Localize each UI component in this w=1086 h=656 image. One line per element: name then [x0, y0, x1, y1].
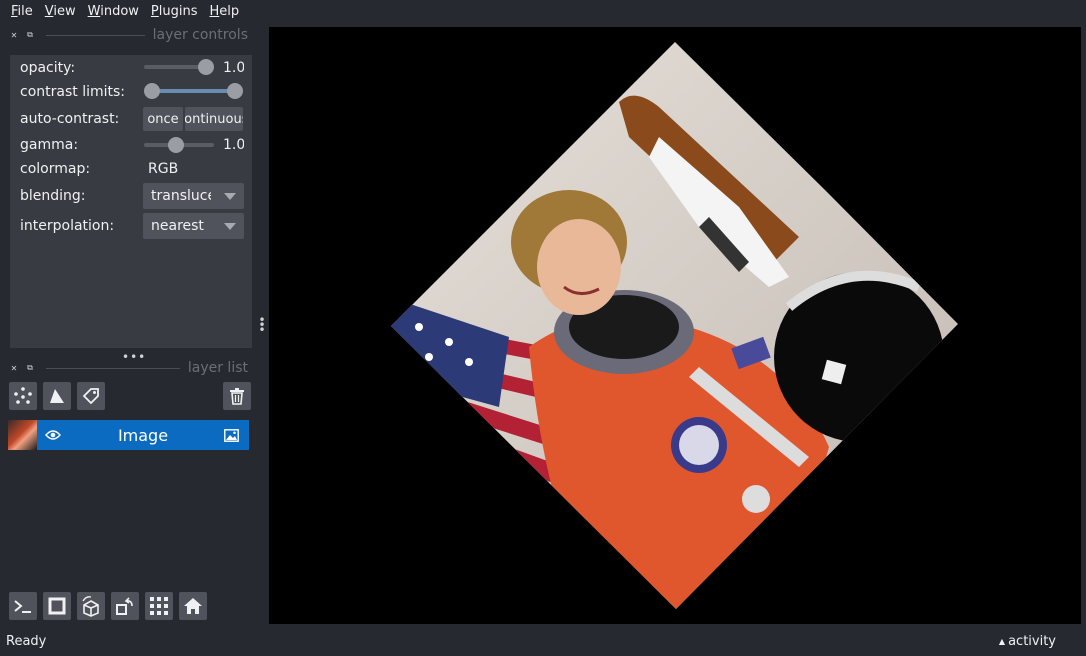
- gamma-slider-handle[interactable]: [168, 137, 184, 153]
- home-icon: [184, 598, 202, 614]
- interpolation-dropdown[interactable]: nearest: [143, 213, 244, 239]
- menu-plugins[interactable]: Plugins: [145, 0, 204, 24]
- layer-thumbnail: [8, 420, 37, 450]
- header-rule: [46, 34, 145, 36]
- layer-name[interactable]: Image: [37, 426, 249, 445]
- chevron-up-icon: ▲: [998, 637, 1006, 646]
- 3d-cube-icon: [82, 596, 99, 617]
- contrast-max-handle[interactable]: [227, 83, 243, 99]
- layer-list-header: ✕ ⧉ layer list: [8, 359, 248, 377]
- status-text: Ready: [6, 634, 47, 649]
- contrast-limits-slider[interactable]: [144, 83, 243, 99]
- labels-icon: [82, 388, 99, 405]
- float-dock-icon[interactable]: ⧉: [24, 29, 36, 41]
- grid-view-button[interactable]: [145, 592, 173, 620]
- gamma-value[interactable]: 1.0: [223, 137, 244, 153]
- square-icon: [48, 597, 66, 615]
- astronaut-photo: [391, 42, 958, 609]
- console-icon: [14, 600, 31, 613]
- close-dock-icon[interactable]: ✕: [8, 362, 20, 374]
- console-button[interactable]: [9, 592, 37, 620]
- new-shapes-layer-button[interactable]: [43, 382, 71, 410]
- layer-list-item[interactable]: Image: [8, 420, 249, 450]
- gamma-slider[interactable]: [144, 137, 214, 153]
- blending-label: blending:: [20, 188, 86, 204]
- face: [537, 219, 621, 315]
- contrast-min-handle[interactable]: [144, 83, 160, 99]
- delete-layer-button[interactable]: [223, 382, 251, 410]
- grid-icon: [150, 597, 168, 615]
- menu-file[interactable]: File: [5, 0, 39, 24]
- opacity-slider-handle[interactable]: [198, 59, 214, 75]
- contrast-limits-label: contrast limits:: [20, 84, 125, 100]
- vertical-splitter-handle[interactable]: • • •: [258, 314, 266, 336]
- chevron-down-icon: [224, 223, 236, 230]
- new-points-layer-button[interactable]: [9, 382, 37, 410]
- trash-icon: [230, 388, 244, 405]
- layer-controls-title: layer controls: [152, 27, 248, 43]
- menu-bar: File View Window Plugins Help: [0, 0, 1086, 24]
- auto-contrast-continuous-button[interactable]: continuous: [185, 107, 243, 131]
- rotate-icon: [116, 597, 133, 615]
- menu-help[interactable]: Help: [204, 0, 246, 24]
- ndisplay-toggle-button[interactable]: [43, 592, 71, 620]
- opacity-slider[interactable]: [144, 59, 214, 75]
- opacity-label: opacity:: [20, 60, 76, 76]
- layer-list-title: layer list: [187, 360, 248, 376]
- colormap-label: colormap:: [20, 161, 91, 177]
- home-button[interactable]: [179, 592, 207, 620]
- layer-controls-panel: opacity: 1.0 contrast limits: auto-contr…: [10, 55, 252, 348]
- menu-window[interactable]: Window: [82, 0, 145, 24]
- chevron-down-icon: [224, 193, 236, 200]
- opacity-value[interactable]: 1.0: [223, 60, 244, 76]
- layer-controls-header: ✕ ⧉ layer controls: [8, 26, 248, 44]
- transpose-button[interactable]: [111, 592, 139, 620]
- close-dock-icon[interactable]: ✕: [8, 29, 20, 41]
- roll-dimensions-button[interactable]: [77, 592, 105, 620]
- shapes-icon: [50, 389, 64, 403]
- gamma-label: gamma:: [20, 137, 79, 153]
- blending-dropdown[interactable]: translucent: [143, 183, 244, 209]
- header-rule: [46, 367, 180, 369]
- points-icon: [14, 387, 32, 404]
- auto-contrast-once-button[interactable]: once: [143, 107, 183, 131]
- new-labels-layer-button[interactable]: [77, 382, 105, 410]
- interpolation-label: interpolation:: [20, 218, 115, 234]
- menu-view[interactable]: View: [39, 0, 82, 24]
- viewer-canvas[interactable]: [269, 27, 1081, 624]
- float-dock-icon[interactable]: ⧉: [24, 362, 36, 374]
- activity-button[interactable]: ▲ activity: [999, 634, 1056, 649]
- layer-item-image[interactable]: Image: [37, 420, 249, 450]
- auto-contrast-label: auto-contrast:: [20, 111, 120, 127]
- colormap-value: RGB: [148, 161, 179, 177]
- image-type-icon: [224, 429, 239, 442]
- image-layer-render: [391, 42, 958, 609]
